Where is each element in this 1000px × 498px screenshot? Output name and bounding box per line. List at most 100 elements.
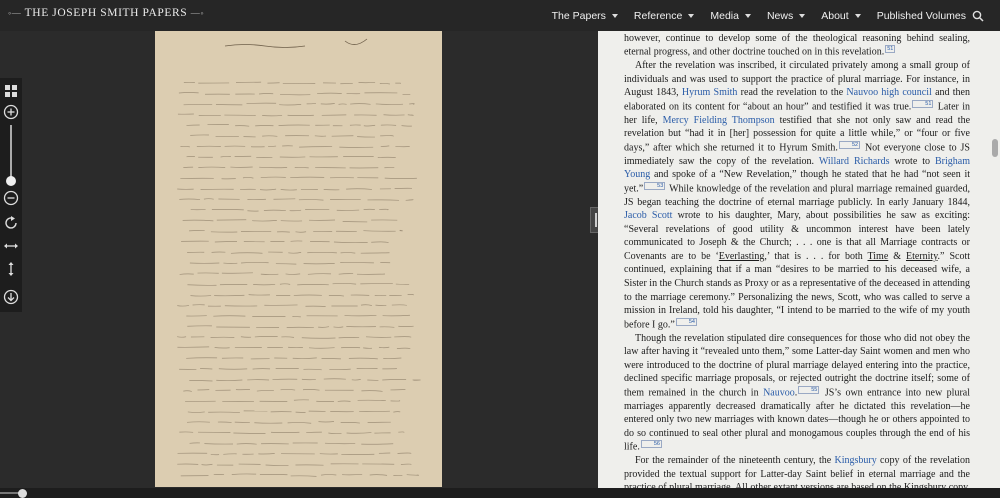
nav-item-the-papers[interactable]: The Papers — [552, 10, 618, 22]
viewer-toolbar — [0, 78, 22, 312]
handwriting-stroke — [348, 357, 378, 360]
logo-ornament-right: —◦ — [190, 8, 205, 18]
handwriting-stroke — [182, 219, 214, 222]
handwriting-stroke — [371, 241, 389, 243]
manuscript-handwriting-texture — [177, 38, 421, 477]
grid-icon[interactable] — [3, 83, 19, 99]
handwriting-stroke — [378, 346, 390, 349]
manuscript-page-image[interactable] — [155, 31, 442, 487]
handwriting-stroke — [278, 124, 310, 126]
transcript-paragraph: After the revelation was inscribed, it c… — [624, 59, 970, 331]
handwriting-stroke — [281, 336, 295, 338]
handwriting-stroke — [338, 273, 354, 275]
handwriting-stroke — [285, 273, 301, 275]
handwriting-stroke — [290, 475, 317, 477]
handwriting-stroke — [290, 176, 325, 179]
transcript-text: instruction, no additional written revel… — [598, 31, 1000, 488]
handwriting-stroke — [303, 368, 322, 371]
transcript-text-run: ,’ that is . . . for both — [764, 250, 868, 262]
handwriting-stroke — [246, 102, 277, 105]
zoom-in-icon[interactable] — [3, 104, 19, 120]
zoom-slider-handle[interactable] — [6, 176, 16, 186]
handwriting-stroke — [299, 146, 333, 148]
handwriting-stroke — [288, 252, 302, 254]
handwriting-stroke — [406, 474, 420, 476]
caret-down-icon — [688, 13, 695, 18]
handwriting-stroke — [346, 188, 372, 190]
handwriting-stroke — [346, 432, 372, 434]
logo-ornament-left: ◦— — [8, 8, 22, 18]
handwriting-stroke — [302, 389, 320, 391]
handwriting-stroke — [201, 463, 213, 466]
handwriting-stroke — [401, 125, 412, 127]
handwriting-stroke — [240, 336, 252, 338]
caret-down-icon — [744, 13, 751, 18]
handwriting-stroke — [179, 273, 194, 275]
site-logo[interactable]: ◦— THE JOSEPH SMITH PAPERS —◦ — [8, 7, 204, 19]
page-progress-handle[interactable] — [18, 489, 27, 498]
search-icon[interactable] — [972, 10, 984, 22]
handwriting-stroke — [369, 474, 388, 476]
handwriting-stroke — [307, 273, 332, 275]
handwriting-stroke — [280, 389, 296, 391]
transcript-link[interactable]: Hyrum Smith — [682, 87, 738, 98]
transcript-text-run: . — [794, 387, 798, 399]
zoom-slider-track[interactable] — [10, 125, 12, 180]
footnote-marker[interactable]: 55 — [798, 385, 820, 394]
transcript-link[interactable]: Mercy Fielding Thompson — [663, 115, 775, 126]
handwriting-stroke — [321, 474, 337, 476]
fit-height-icon[interactable] — [3, 261, 19, 277]
handwriting-stroke — [231, 473, 257, 475]
footnote-marker[interactable]: 56 — [640, 440, 662, 449]
transcript-text-run: While knowledge of the revelation and pl… — [624, 183, 970, 208]
underlined-text: Eternity — [905, 250, 938, 262]
page-progress-bar[interactable] — [0, 488, 1000, 498]
transcript-panel: instruction, no additional written revel… — [598, 31, 1000, 488]
handwriting-stroke — [279, 103, 302, 106]
top-navigation-bar: ◦— THE JOSEPH SMITH PAPERS —◦ The Papers… — [0, 0, 1000, 31]
handwriting-stroke — [363, 230, 396, 232]
transcript-link[interactable]: Kingsbury — [835, 455, 877, 466]
handwriting-stroke — [179, 198, 201, 200]
handwriting-stroke — [393, 411, 401, 413]
handwriting-stroke — [235, 125, 250, 127]
rotate-icon[interactable] — [3, 215, 19, 231]
handwriting-heading-stroke — [224, 38, 368, 48]
nav-item-published-volumes[interactable]: Published Volumes — [877, 10, 966, 22]
handwriting-stroke — [340, 252, 356, 254]
footnote-marker[interactable]: 52 — [838, 140, 861, 149]
nav-item-news[interactable]: News — [767, 10, 806, 22]
transcript-scrollbar-thumb[interactable] — [992, 139, 998, 157]
handwriting-stroke — [351, 379, 361, 381]
transcript-link[interactable]: Jacob Scott — [624, 210, 672, 221]
footnote-marker[interactable]: 51 — [912, 99, 934, 108]
zoom-out-icon[interactable] — [3, 190, 19, 206]
download-icon[interactable] — [3, 289, 19, 305]
handwriting-stroke — [391, 304, 407, 306]
handwriting-stroke — [332, 283, 357, 285]
handwriting-stroke — [280, 189, 297, 191]
fit-width-icon[interactable] — [3, 238, 19, 254]
transcript-link[interactable]: Nauvoo — [763, 387, 795, 398]
handwriting-stroke — [187, 284, 217, 286]
handwriting-stroke — [317, 92, 342, 95]
footnote-marker[interactable]: 54 — [675, 317, 697, 326]
nav-item-media[interactable]: Media — [710, 10, 751, 22]
footnote-marker[interactable]: 53 — [644, 181, 666, 190]
handwriting-stroke — [318, 326, 330, 328]
handwriting-stroke — [211, 209, 244, 211]
nav-item-reference[interactable]: Reference — [634, 10, 695, 22]
footnote-marker[interactable]: 51 — [885, 45, 896, 54]
transcript-link[interactable]: Nauvoo high council — [846, 87, 931, 98]
caret-down-icon — [611, 13, 618, 18]
transcript-link[interactable]: Willard Richards — [819, 156, 890, 167]
handwriting-stroke — [396, 347, 411, 349]
handwriting-stroke — [280, 93, 311, 96]
transcript-text-run: wrote to — [889, 155, 935, 167]
handwriting-stroke — [186, 421, 210, 423]
nav-item-about[interactable]: About — [821, 10, 861, 22]
handwriting-stroke — [379, 326, 395, 328]
caret-down-icon — [799, 13, 806, 18]
transcript-paragraph: For the remainder of the nineteenth cent… — [624, 454, 970, 488]
logo-text: THE JOSEPH SMITH PAPERS — [24, 7, 188, 19]
